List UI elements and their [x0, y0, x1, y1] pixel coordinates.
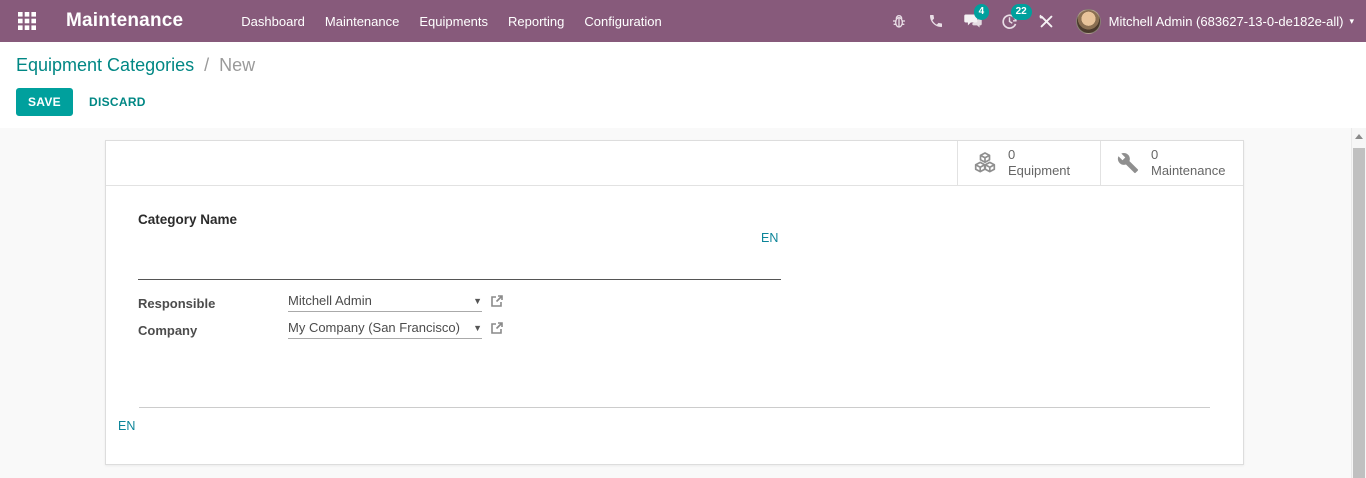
breadcrumb-current: New: [219, 55, 256, 75]
control-panel: Equipment Categories / New SAVE DISCARD: [0, 42, 1366, 128]
maintenance-count: 0: [1151, 147, 1159, 163]
scrollbar-thumb[interactable]: [1353, 148, 1365, 478]
navbar-right: 4 22 Mitchell Admin (683627-13-0-de182e-…: [873, 4, 1354, 34]
stat-texts: 0 Equipment: [1008, 147, 1070, 179]
company-value: My Company (San Francisco): [288, 320, 460, 335]
stat-button-box: 0 Equipment 0 Maintenance: [106, 141, 1243, 186]
equipment-label: Equipment: [1008, 163, 1071, 178]
form-sheet: 0 Equipment 0 Maintenance Category Name …: [105, 140, 1244, 465]
dropdown-caret-icon[interactable]: ▼: [473, 296, 482, 306]
menu-item-equipments[interactable]: Equipments: [409, 2, 498, 41]
company-label: Company: [138, 323, 198, 338]
user-menu[interactable]: Mitchell Admin (683627-13-0-de182e-all) …: [1075, 8, 1354, 34]
messages-count-badge: 4: [973, 4, 990, 20]
discard-button[interactable]: DISCARD: [89, 95, 146, 109]
debug-bug-icon[interactable]: [888, 8, 910, 34]
wrench-icon: [1114, 152, 1142, 174]
messages-button[interactable]: 4: [962, 4, 990, 34]
save-button[interactable]: SAVE: [16, 88, 73, 116]
control-panel-buttons: SAVE DISCARD: [16, 88, 1350, 116]
wrench-screwdriver-icon: [1039, 14, 1053, 27]
breadcrumb-separator: /: [204, 55, 210, 75]
breadcrumb-parent-link[interactable]: Equipment Categories: [16, 55, 194, 75]
menu-item-dashboard[interactable]: Dashboard: [231, 2, 315, 41]
menu-item-configuration[interactable]: Configuration: [574, 2, 671, 41]
apps-menu-icon[interactable]: [16, 10, 38, 32]
user-name: Mitchell Admin (683627-13-0-de182e-all): [1108, 13, 1344, 29]
equipment-count: 0: [1008, 147, 1016, 163]
triangle-up-icon: [1355, 133, 1363, 139]
breadcrumb: Equipment Categories / New: [16, 55, 1350, 76]
sheet-body: Category Name EN Responsible Mitchell Ad…: [106, 186, 1243, 465]
footer-translation-badge[interactable]: EN: [118, 419, 135, 433]
maintenance-label: Maintenance: [1151, 163, 1226, 178]
stat-button-maintenance[interactable]: 0 Maintenance: [1100, 141, 1243, 185]
stat-texts: 0 Maintenance: [1151, 147, 1225, 179]
category-name-label: Category Name: [138, 212, 238, 227]
comment-divider: [139, 407, 1210, 408]
scrollbar-up-arrow[interactable]: [1352, 128, 1366, 144]
chevron-down-icon: ▾: [1349, 15, 1354, 26]
bug-icon: [892, 14, 905, 28]
menu-item-reporting[interactable]: Reporting: [498, 2, 574, 41]
phone-icon-button[interactable]: [925, 8, 947, 34]
user-avatar: [1075, 8, 1101, 34]
activities-count-badge: 22: [1010, 4, 1032, 20]
company-external-link-icon[interactable]: [490, 321, 504, 335]
cubes-icon: [971, 151, 999, 175]
dropdown-caret-icon[interactable]: ▼: [473, 323, 482, 333]
category-name-input[interactable]: [138, 246, 781, 280]
activities-button[interactable]: 22: [999, 4, 1032, 34]
form-view-container: 0 Equipment 0 Maintenance Category Name …: [0, 128, 1366, 478]
responsible-label: Responsible: [138, 296, 216, 311]
menu-item-maintenance[interactable]: Maintenance: [315, 2, 409, 41]
tools-button[interactable]: [1036, 8, 1058, 34]
category-name-translation-badge[interactable]: EN: [761, 231, 778, 245]
phone-icon: [929, 15, 942, 27]
grid-icon: [18, 12, 36, 30]
vertical-scrollbar[interactable]: [1351, 128, 1366, 478]
responsible-value: Mitchell Admin: [288, 293, 372, 308]
top-navbar: Maintenance Dashboard Maintenance Equipm…: [0, 0, 1366, 42]
company-field[interactable]: My Company (San Francisco) ▼: [288, 320, 482, 339]
app-title[interactable]: Maintenance: [66, 10, 183, 32]
main-menu: Dashboard Maintenance Equipments Reporti…: [231, 2, 671, 41]
stat-button-equipment[interactable]: 0 Equipment: [957, 141, 1100, 185]
responsible-external-link-icon[interactable]: [490, 294, 504, 308]
responsible-field[interactable]: Mitchell Admin ▼: [288, 293, 482, 312]
